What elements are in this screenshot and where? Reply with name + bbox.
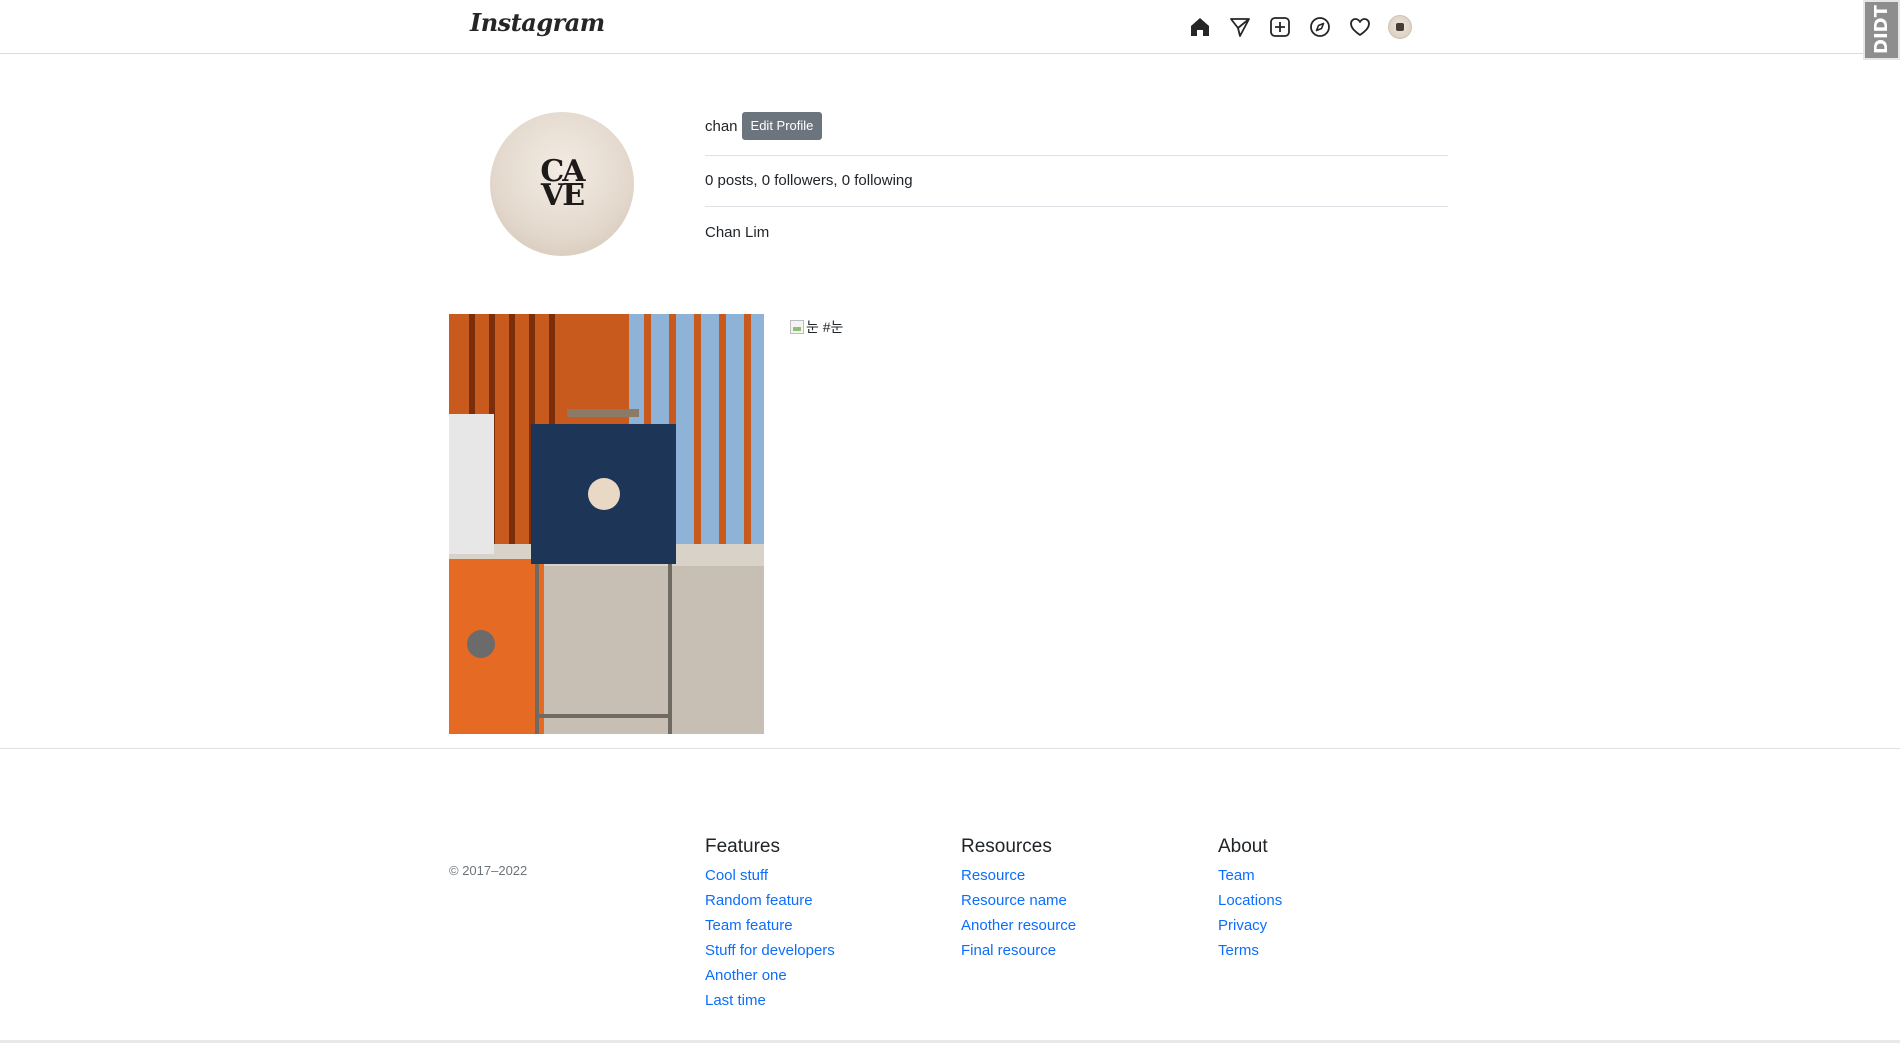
edit-profile-button[interactable]: Edit Profile <box>741 112 823 140</box>
heart-icon[interactable] <box>1346 13 1374 41</box>
footer-link[interactable]: Team feature <box>705 917 793 934</box>
footer-link[interactable]: Privacy <box>1218 917 1267 934</box>
footer-link[interactable]: Last time <box>705 992 766 1009</box>
profile-avatar-icon[interactable] <box>1386 13 1414 41</box>
username: chan <box>705 117 738 135</box>
footer-link[interactable]: Random feature <box>705 892 813 909</box>
copyright: © 2017–2022 <box>449 863 528 878</box>
divider <box>705 155 1448 156</box>
footer-link[interactable]: Terms <box>1218 942 1259 959</box>
broken-post-image[interactable]: 눈 #눈 <box>790 317 843 337</box>
profile-avatar[interactable]: CA VE <box>490 112 634 256</box>
broken-image-icon <box>790 320 804 334</box>
footer-link[interactable]: Another resource <box>961 917 1076 934</box>
footer-link[interactable]: Stuff for developers <box>705 942 835 959</box>
footer-link[interactable]: Resource <box>961 867 1025 884</box>
footer-link[interactable]: Resource name <box>961 892 1067 909</box>
explore-icon[interactable] <box>1306 13 1334 41</box>
footer-column-resources: Resources Resource Resource name Another… <box>961 836 1076 967</box>
footer-divider <box>0 748 1900 749</box>
footer-column-features: Features Cool stuff Random feature Team … <box>705 836 835 1017</box>
send-icon[interactable] <box>1226 13 1254 41</box>
extension-badge[interactable]: DIDT <box>1863 0 1900 60</box>
footer-link[interactable]: Another one <box>705 967 787 984</box>
footer-link[interactable]: Final resource <box>961 942 1056 959</box>
home-icon[interactable] <box>1186 13 1214 41</box>
instagram-logo[interactable]: Instagram <box>470 8 605 37</box>
profile-stats: 0 posts, 0 followers, 0 following <box>705 172 913 189</box>
username-row: chan Edit Profile <box>705 112 823 140</box>
top-navbar: Instagram <box>0 0 1900 54</box>
avatar-monogram: CA VE <box>540 154 585 213</box>
footer-link[interactable]: Cool stuff <box>705 867 768 884</box>
divider <box>705 206 1448 207</box>
add-post-icon[interactable] <box>1266 13 1294 41</box>
profile-full-name: Chan Lim <box>705 224 770 241</box>
footer-heading: Resources <box>961 836 1052 857</box>
footer-link[interactable]: Locations <box>1218 892 1282 909</box>
nav-avatar <box>1388 15 1412 39</box>
footer-heading: About <box>1218 836 1268 857</box>
footer-link[interactable]: Team <box>1218 867 1255 884</box>
footer-column-about: About Team Locations Privacy Terms <box>1218 836 1282 967</box>
nav-icon-bar <box>1186 13 1426 41</box>
post-thumbnail[interactable] <box>449 314 764 734</box>
post-photo-image <box>449 314 764 734</box>
broken-image-alt-text: 눈 #눈 <box>806 319 844 335</box>
footer-heading: Features <box>705 836 780 857</box>
